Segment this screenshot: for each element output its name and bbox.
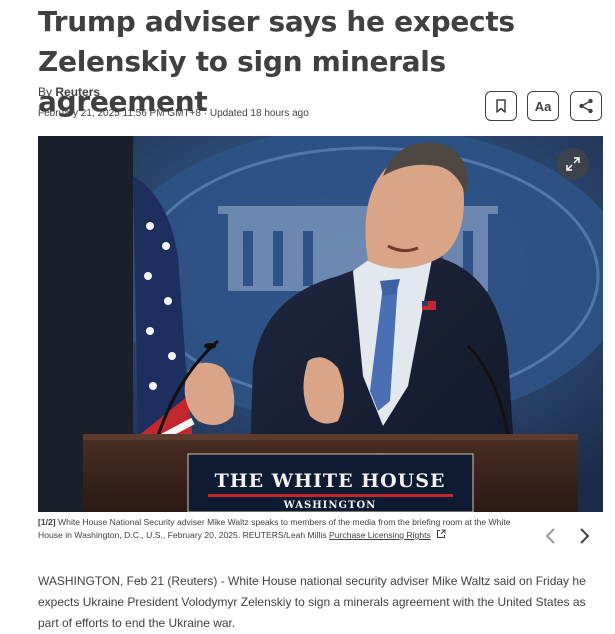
article-body-paragraph: WASHINGTON, Feb 21 (Reuters) - White Hou… — [38, 574, 586, 630]
briefing-room-image: THE WHITE HOUSE WASHINGTON — [38, 136, 603, 512]
chevron-right-icon — [580, 528, 590, 544]
expand-image-button[interactable] — [557, 148, 589, 180]
photo-caption: [1/2] White House National Security advi… — [38, 516, 528, 542]
gallery-next-button[interactable] — [574, 524, 596, 548]
bookmark-icon — [496, 99, 506, 113]
external-link-icon — [437, 529, 446, 538]
bookmark-button[interactable] — [485, 91, 517, 121]
byline-prefix: By — [38, 85, 53, 99]
article-photo[interactable]: THE WHITE HOUSE WASHINGTON — [38, 136, 603, 512]
expand-icon — [566, 157, 580, 171]
podium-title: THE WHITE HOUSE — [215, 470, 446, 492]
caption-index: [1/2] — [38, 517, 56, 527]
text-size-button[interactable]: Aa — [527, 91, 559, 121]
article-dateline: February 21, 2025 11:56 PM GMT+8 · Updat… — [38, 108, 309, 119]
gallery-prev-button[interactable] — [539, 524, 561, 548]
author-link[interactable]: Reuters — [55, 85, 100, 99]
share-button[interactable] — [570, 91, 602, 121]
chevron-left-icon — [545, 528, 555, 544]
article-headline: Trump adviser says he expects Zelenskiy … — [38, 5, 515, 118]
podium-subtitle: WASHINGTON — [283, 500, 377, 511]
byline: By Reuters — [38, 85, 100, 99]
share-icon — [579, 98, 593, 114]
purchase-licensing-link[interactable]: Purchase Licensing Rights — [329, 530, 431, 540]
